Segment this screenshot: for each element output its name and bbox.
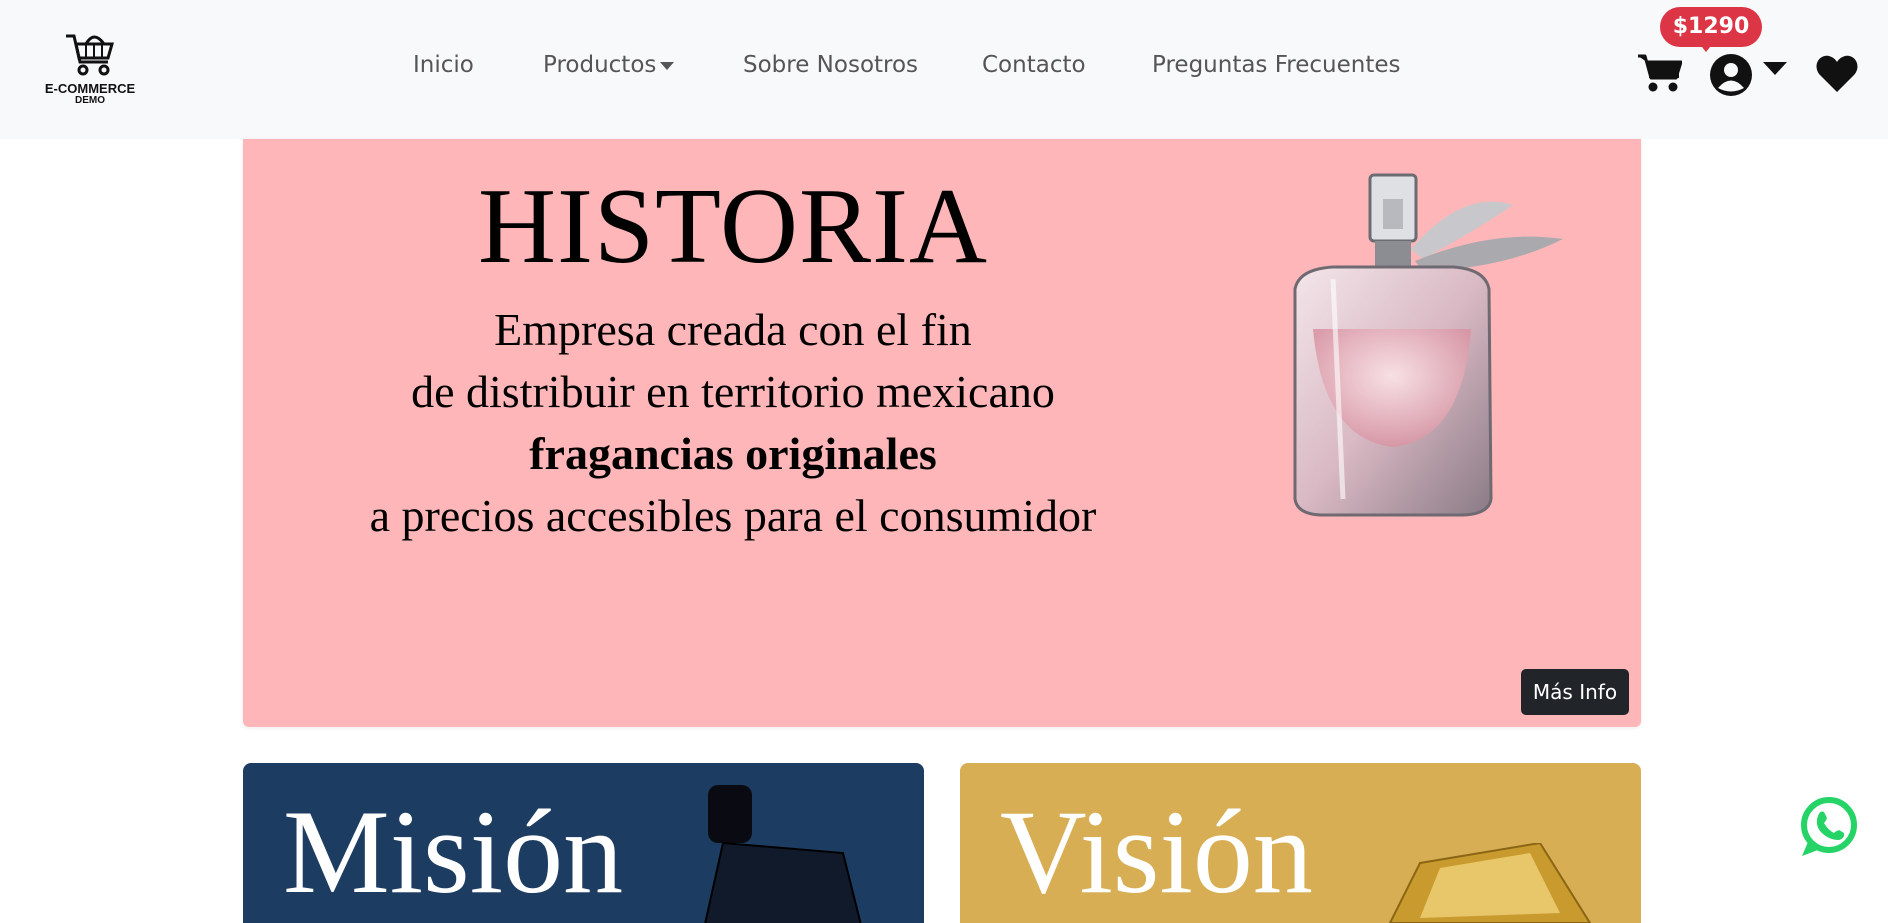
- banner-title: HISTORIA: [477, 167, 989, 286]
- banner-text-line-1: Empresa creada con el fin: [494, 304, 972, 355]
- badge-pointer: [1698, 42, 1714, 52]
- perfume-bottle-image: [704, 785, 862, 923]
- banner-text-line-4: a precios accesibles para el consumidor: [369, 490, 1097, 541]
- nav-contacto[interactable]: Contacto: [982, 52, 1086, 78]
- cart-icon[interactable]: [1636, 52, 1682, 94]
- chevron-down-icon: [660, 61, 675, 70]
- nav-inicio[interactable]: Inicio: [413, 52, 474, 78]
- mision-card[interactable]: Misión: [243, 763, 924, 923]
- user-icon[interactable]: [1709, 53, 1753, 97]
- banner-text-line-2: de distribuir en territorio mexicano: [411, 366, 1055, 417]
- navbar: E-COMMERCE DEMO Inicio Productos Sobre N…: [0, 0, 1888, 139]
- mision-title: Misión: [283, 785, 624, 918]
- user-menu-caret-icon[interactable]: [1763, 62, 1787, 76]
- nav-productos-dropdown[interactable]: Productos: [543, 52, 675, 78]
- nav-sobre-nosotros[interactable]: Sobre Nosotros: [743, 52, 918, 78]
- vision-card[interactable]: Visión: [960, 763, 1641, 923]
- brand-name: E-COMMERCE: [44, 81, 136, 96]
- banner-text-line-3: fragancias originales: [529, 428, 937, 479]
- brand-subtitle: DEMO: [75, 95, 105, 106]
- brand-logo[interactable]: E-COMMERCE DEMO: [40, 28, 140, 112]
- vision-title: Visión: [1000, 785, 1313, 918]
- historia-banner: HISTORIA Empresa creada con el fin de di…: [243, 139, 1641, 727]
- whatsapp-icon[interactable]: [1798, 796, 1860, 858]
- basket-logo-icon: [66, 34, 114, 76]
- nav-preguntas-frecuentes[interactable]: Preguntas Frecuentes: [1152, 52, 1401, 78]
- perfume-bottle-image: [1293, 173, 1563, 517]
- cart-total-badge: $1290: [1660, 7, 1762, 47]
- mas-info-button[interactable]: Más Info: [1521, 669, 1629, 715]
- nav-productos-label: Productos: [543, 52, 657, 78]
- heart-icon[interactable]: [1815, 54, 1859, 94]
- gold-bottle-image: [1388, 843, 1592, 923]
